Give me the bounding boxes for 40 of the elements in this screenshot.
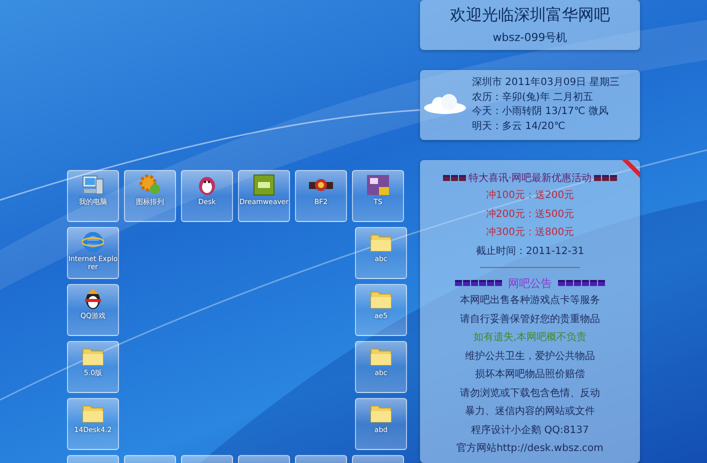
folder-icon: [370, 232, 392, 252]
ie-globe-icon: [82, 231, 104, 253]
notice-text: 维护公共卫生，爱护公共物品: [465, 350, 595, 364]
bar-divider-drawing: [443, 175, 466, 181]
weather-text: 农历：辛卯(兔)年 二月初五: [472, 90, 594, 104]
promo-text: 冲300元：送800元: [486, 226, 574, 240]
notice-text: 请勿浏览或下载包含色情、反动: [460, 386, 600, 400]
promo-text: 冲200元：送500元: [486, 208, 574, 222]
weather-text: 深圳市 2011年03月09日 星期三: [472, 76, 620, 90]
folder-icon: [370, 403, 392, 423]
computer-icon: [81, 174, 105, 196]
dw-app-icon: [253, 174, 275, 196]
folder-icon: [82, 346, 104, 366]
machine-number: wbsz-099号机: [492, 30, 568, 45]
weather-text: 今天：小雨转阴 13/17℃ 微风: [472, 105, 610, 119]
penguin-icon: [82, 288, 104, 310]
notice-text: 损坏本网吧物品照价赔偿: [475, 368, 585, 382]
folder-icon: [370, 346, 392, 366]
bar-divider-drawing: [455, 280, 502, 286]
notice-text: 如有遗失,本网吧概不负责: [473, 330, 587, 345]
penguin-icon: [196, 174, 218, 196]
notice-text: 官方网站http://desk.wbsz.com: [456, 442, 604, 456]
game-logo-icon: [308, 176, 334, 194]
folder-icon: [370, 289, 392, 309]
promo-text: 冲100元：送200元: [486, 188, 574, 203]
notice-text: 请自行妥善保管好您的贵重物品: [460, 312, 600, 326]
notice-text: 本网吧出售各种游戏点卡等服务: [460, 294, 600, 308]
notice-text: 程序设计小企鹅 QQ:8137: [471, 424, 589, 438]
bar-divider-drawing: [558, 280, 605, 286]
notice-title: 网吧公告: [507, 276, 553, 290]
welcome-title: 欢迎光临深圳富华网吧: [450, 5, 610, 26]
ts-app-icon: [366, 174, 390, 196]
folder-icon: [82, 403, 104, 423]
notice-text: 暴力、迷信内容的网站或文件: [465, 404, 595, 419]
weather-text: 明天：多云 14/20℃: [472, 120, 566, 134]
gear-icon: [138, 174, 162, 196]
cloud-icon: [422, 94, 468, 116]
promo-text: 截止时间：2011-12-31: [476, 244, 584, 258]
bar-divider-drawing: [594, 175, 617, 181]
promo-title: 特大喜讯·网吧最新优惠活动: [468, 172, 592, 185]
